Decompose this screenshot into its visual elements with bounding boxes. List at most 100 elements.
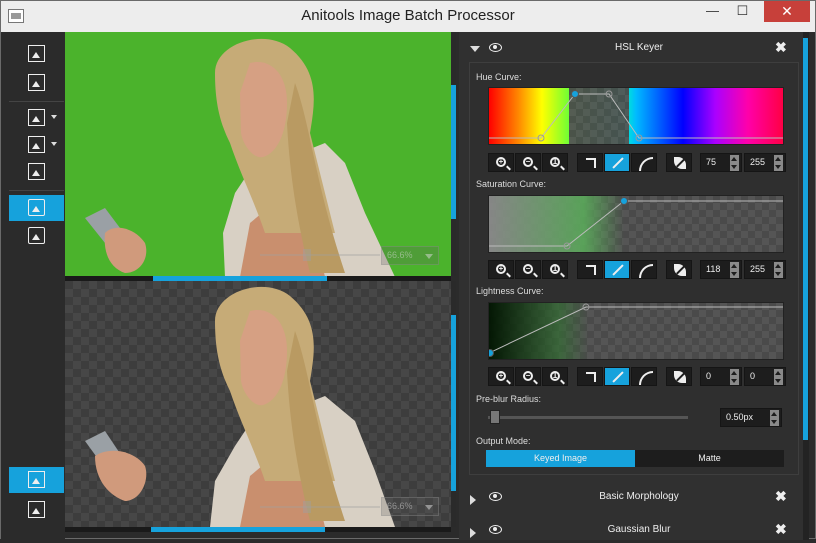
- image-open-icon: [28, 45, 45, 62]
- add-effect-button[interactable]: [9, 105, 64, 131]
- title-bar: Anitools Image Batch Processor — ☐ ✕: [1, 1, 815, 32]
- invert-curve-button[interactable]: [666, 153, 692, 172]
- lightness-curve-editor[interactable]: [488, 302, 784, 360]
- step-curve-icon: [586, 265, 596, 275]
- basic-morphology-header[interactable]: Basic Morphology ✖: [459, 485, 803, 510]
- preblur-slider-thumb[interactable]: [490, 410, 500, 424]
- bottom-view-vscroll-thumb[interactable]: [451, 315, 456, 491]
- zoom-select[interactable]: 66.6%: [381, 246, 439, 265]
- spin-up-icon[interactable]: [730, 262, 739, 270]
- edit-effect-button[interactable]: [9, 132, 64, 158]
- invert-icon: [674, 371, 686, 383]
- view-stacked-button[interactable]: [9, 195, 64, 221]
- original-image-view[interactable]: 66.6%: [65, 32, 451, 276]
- matte-option[interactable]: Matte: [635, 450, 784, 467]
- toolbar-divider: [9, 190, 64, 191]
- linear-curve-button[interactable]: [604, 367, 630, 386]
- visibility-eye-icon[interactable]: [489, 43, 502, 52]
- spin-down-icon[interactable]: [774, 270, 783, 278]
- step-curve-button[interactable]: [577, 153, 603, 172]
- visibility-eye-icon[interactable]: [489, 525, 502, 534]
- export-button[interactable]: [9, 159, 64, 185]
- maximize-button[interactable]: ☐: [729, 1, 756, 22]
- linear-curve-icon: [612, 157, 624, 169]
- spin-up-icon[interactable]: [774, 262, 783, 270]
- zoom-in-button[interactable]: +: [488, 260, 514, 279]
- preblur-slider-track[interactable]: [488, 416, 688, 419]
- spin-up-icon[interactable]: [774, 369, 783, 377]
- zoom-select[interactable]: 66.6%: [381, 497, 439, 516]
- collapse-icon[interactable]: [470, 46, 480, 52]
- zoom-slider-track[interactable]: [260, 506, 380, 508]
- smooth-curve-button[interactable]: [631, 153, 657, 172]
- panel-scrollbar[interactable]: [803, 32, 809, 540]
- minimize-button[interactable]: —: [699, 1, 726, 22]
- chevron-down-icon: [51, 115, 57, 119]
- zoom-slider-thumb[interactable]: [303, 249, 311, 261]
- output-mode-toggle: Keyed Image Matte: [486, 450, 784, 467]
- spin-down-icon[interactable]: [770, 418, 779, 426]
- zoom-out-button[interactable]: −: [515, 260, 541, 279]
- saturation-curve-editor[interactable]: [488, 195, 784, 253]
- sat-high-value: 255: [750, 264, 766, 274]
- linear-curve-button[interactable]: [604, 153, 630, 172]
- chevron-down-icon: [425, 254, 433, 259]
- zoom-slider-track[interactable]: [260, 254, 380, 256]
- gallery-button[interactable]: [9, 497, 64, 523]
- remove-effect-icon[interactable]: ✖: [775, 39, 787, 56]
- light-high-spinbox[interactable]: 0: [744, 367, 786, 386]
- zoom-reset-button[interactable]: 1: [542, 153, 568, 172]
- lightness-curve-label: Lightness Curve:: [476, 286, 544, 296]
- zoom-slider-thumb[interactable]: [303, 501, 311, 513]
- spin-down-icon[interactable]: [730, 270, 739, 278]
- light-low-spinbox[interactable]: 0: [700, 367, 742, 386]
- keyed-image-option[interactable]: Keyed Image: [486, 450, 635, 467]
- spin-up-icon[interactable]: [774, 155, 783, 163]
- spin-down-icon[interactable]: [730, 377, 739, 385]
- view-side-by-side-button[interactable]: [9, 223, 64, 249]
- sat-low-spinbox[interactable]: 118: [700, 260, 742, 279]
- spin-up-icon[interactable]: [730, 155, 739, 163]
- zoom-reset-icon: 1: [550, 157, 560, 167]
- zoom-reset-icon: 1: [550, 371, 560, 381]
- invert-curve-button[interactable]: [666, 367, 692, 386]
- zoom-reset-button[interactable]: 1: [542, 260, 568, 279]
- hue-high-spinbox[interactable]: 255: [744, 153, 786, 172]
- zoom-in-button[interactable]: +: [488, 367, 514, 386]
- top-view-vscroll-thumb[interactable]: [451, 85, 456, 219]
- sat-high-spinbox[interactable]: 255: [744, 260, 786, 279]
- bottom-view-hscroll-thumb[interactable]: [151, 527, 325, 532]
- effect-title: HSL Keyer: [615, 42, 663, 53]
- linear-curve-button[interactable]: [604, 260, 630, 279]
- zoom-in-button[interactable]: +: [488, 153, 514, 172]
- zoom-reset-button[interactable]: 1: [542, 367, 568, 386]
- invert-curve-button[interactable]: [666, 260, 692, 279]
- spin-down-icon[interactable]: [730, 163, 739, 171]
- batch-process-button[interactable]: [9, 467, 64, 493]
- visibility-eye-icon[interactable]: [489, 492, 502, 501]
- hue-curve-editor[interactable]: [488, 87, 784, 145]
- smooth-curve-button[interactable]: [631, 367, 657, 386]
- spin-down-icon[interactable]: [774, 163, 783, 171]
- step-curve-button[interactable]: [577, 260, 603, 279]
- spin-up-icon[interactable]: [770, 410, 779, 418]
- spin-down-icon[interactable]: [774, 377, 783, 385]
- smooth-curve-button[interactable]: [631, 260, 657, 279]
- expand-icon[interactable]: [470, 495, 476, 505]
- spin-up-icon[interactable]: [730, 369, 739, 377]
- hsl-keyer-header[interactable]: HSL Keyer ✖: [459, 36, 803, 61]
- panel-scroll-thumb[interactable]: [803, 38, 808, 440]
- preblur-spinbox[interactable]: 0.50px: [720, 408, 782, 427]
- step-curve-button[interactable]: [577, 367, 603, 386]
- remove-effect-icon[interactable]: ✖: [775, 488, 787, 505]
- keyed-image-view[interactable]: 66.6%: [65, 281, 451, 527]
- close-button[interactable]: ✕: [764, 1, 810, 22]
- open-image-button[interactable]: [9, 41, 64, 67]
- save-image-button[interactable]: [9, 70, 64, 96]
- expand-icon[interactable]: [470, 528, 476, 538]
- zoom-out-button[interactable]: −: [515, 367, 541, 386]
- remove-effect-icon[interactable]: ✖: [775, 521, 787, 538]
- gaussian-blur-header[interactable]: Gaussian Blur ✖: [459, 518, 803, 543]
- zoom-out-button[interactable]: −: [515, 153, 541, 172]
- hue-low-spinbox[interactable]: 75: [700, 153, 742, 172]
